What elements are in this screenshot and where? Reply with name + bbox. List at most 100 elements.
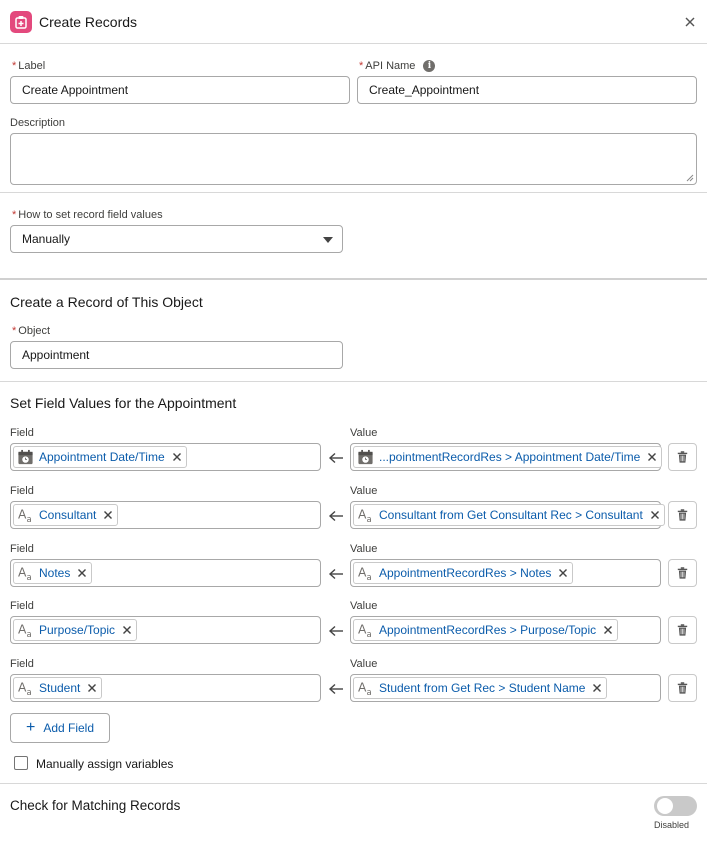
delete-row-button[interactable]	[668, 501, 697, 529]
field-combobox[interactable]: Aa Purpose/Topic	[10, 616, 321, 644]
value-pill[interactable]: Aa Student from Get Rec > Student Name	[353, 677, 608, 699]
value-pill-label: Student from Get Rec > Student Name	[379, 681, 586, 695]
modal-title: Create Records	[39, 14, 138, 30]
value-label: Value	[350, 485, 378, 497]
matching-title: Check for Matching Records	[10, 798, 181, 813]
object-input[interactable]: Appointment	[10, 341, 343, 369]
value-pill[interactable]: ...pointmentRecordRes > Appointment Date…	[353, 446, 663, 468]
matching-toggle[interactable]	[654, 796, 697, 816]
trash-icon	[677, 624, 688, 636]
arrow-left-icon	[328, 510, 343, 522]
object-section-title: Create a Record of This Object	[10, 294, 203, 310]
close-icon	[685, 17, 695, 27]
text-type-icon: Aa	[356, 564, 374, 582]
resize-grip-icon[interactable]	[686, 174, 694, 182]
field-combobox[interactable]: Appointment Date/Time	[10, 443, 321, 471]
divider	[0, 192, 707, 193]
calendar-icon	[356, 448, 374, 466]
api-name-input[interactable]: Create_Appointment	[357, 76, 697, 104]
value-combobox[interactable]: Aa Student from Get Rec > Student Name	[350, 674, 661, 702]
value-pill-label: AppointmentRecordRes > Notes	[379, 566, 552, 580]
value-pill[interactable]: Aa AppointmentRecordRes > Purpose/Topic	[353, 619, 619, 641]
value-label: Value	[350, 600, 378, 612]
svg-text:a: a	[366, 630, 371, 639]
object-label: * Object	[12, 325, 51, 337]
field-pill[interactable]: Aa Purpose/Topic	[13, 619, 138, 641]
text-type-icon: Aa	[356, 679, 374, 697]
description-textarea[interactable]	[10, 133, 697, 185]
value-combobox[interactable]: Aa AppointmentRecordRes > Notes	[350, 559, 661, 587]
value-pill[interactable]: Aa Consultant from Get Consultant Rec > …	[353, 504, 665, 526]
text-type-icon: Aa	[16, 679, 34, 697]
text-type-icon: Aa	[356, 621, 374, 639]
chevron-down-icon	[323, 237, 333, 243]
field-pill[interactable]: Appointment Date/Time	[13, 446, 187, 468]
delete-row-button[interactable]	[668, 674, 697, 702]
value-label: Value	[350, 543, 378, 555]
create-records-icon	[10, 11, 32, 33]
svg-text:a: a	[366, 688, 371, 697]
field-pill-label: Appointment Date/Time	[39, 450, 165, 464]
modal-header: Create Records	[0, 0, 707, 44]
field-pill[interactable]: Aa Notes	[13, 562, 93, 584]
field-label: Field	[10, 658, 34, 670]
remove-icon[interactable]	[77, 568, 87, 578]
value-pill-label: ...pointmentRecordRes > Appointment Date…	[379, 450, 641, 464]
field-pill[interactable]: Aa Student	[13, 677, 103, 699]
label-field-label: * Label	[12, 60, 46, 72]
add-field-button[interactable]: + Add Field	[10, 713, 110, 743]
info-icon[interactable]: i	[423, 60, 436, 73]
field-pill-label: Student	[39, 681, 81, 695]
value-combobox[interactable]: Aa Consultant from Get Consultant Rec > …	[350, 501, 665, 529]
text-type-icon: Aa	[16, 564, 34, 582]
remove-icon[interactable]	[87, 683, 97, 693]
value-label: Value	[350, 427, 378, 439]
trash-icon	[677, 682, 688, 694]
field-label: Field	[10, 427, 34, 439]
how-to-set-select[interactable]: Manually	[10, 225, 343, 253]
divider	[0, 783, 707, 784]
field-pill-label: Purpose/Topic	[39, 623, 116, 637]
remove-icon[interactable]	[603, 625, 613, 635]
toggle-state-label: Disabled	[654, 820, 690, 830]
field-values-title: Set Field Values for the Appointment	[10, 395, 237, 411]
value-combobox[interactable]: ...pointmentRecordRes > Appointment Date…	[350, 443, 663, 471]
remove-icon[interactable]	[103, 510, 113, 520]
value-combobox[interactable]: Aa AppointmentRecordRes > Purpose/Topic	[350, 616, 661, 644]
divider	[0, 381, 707, 382]
manual-assign-checkbox[interactable]	[14, 756, 28, 770]
field-label: Field	[10, 485, 34, 497]
svg-text:a: a	[26, 573, 31, 582]
remove-icon[interactable]	[172, 452, 182, 462]
remove-icon[interactable]	[650, 510, 660, 520]
field-pill[interactable]: Aa Consultant	[13, 504, 119, 526]
close-button[interactable]	[680, 12, 700, 32]
arrow-left-icon	[328, 568, 343, 580]
svg-text:a: a	[26, 630, 31, 639]
svg-text:a: a	[26, 688, 31, 697]
field-combobox[interactable]: Aa Consultant	[10, 501, 321, 529]
field-pill-label: Consultant	[39, 508, 97, 522]
field-combobox[interactable]: Aa Student	[10, 674, 321, 702]
remove-icon[interactable]	[647, 452, 657, 462]
remove-icon[interactable]	[122, 625, 132, 635]
value-pill[interactable]: Aa AppointmentRecordRes > Notes	[353, 562, 574, 584]
label-input[interactable]: Create Appointment	[10, 76, 350, 104]
how-to-set-label: * How to set record field values	[12, 209, 163, 221]
field-combobox[interactable]: Aa Notes	[10, 559, 321, 587]
svg-text:a: a	[366, 515, 371, 524]
field-label: Field	[10, 600, 34, 612]
delete-row-button[interactable]	[668, 443, 697, 471]
text-type-icon: Aa	[16, 621, 34, 639]
trash-icon	[677, 567, 688, 579]
trash-icon	[677, 451, 688, 463]
remove-icon[interactable]	[558, 568, 568, 578]
delete-row-button[interactable]	[668, 616, 697, 644]
svg-text:a: a	[26, 515, 31, 524]
trash-icon	[677, 509, 688, 521]
text-type-icon: Aa	[16, 506, 34, 524]
arrow-left-icon	[328, 683, 343, 695]
delete-row-button[interactable]	[668, 559, 697, 587]
remove-icon[interactable]	[592, 683, 602, 693]
svg-text:a: a	[366, 573, 371, 582]
